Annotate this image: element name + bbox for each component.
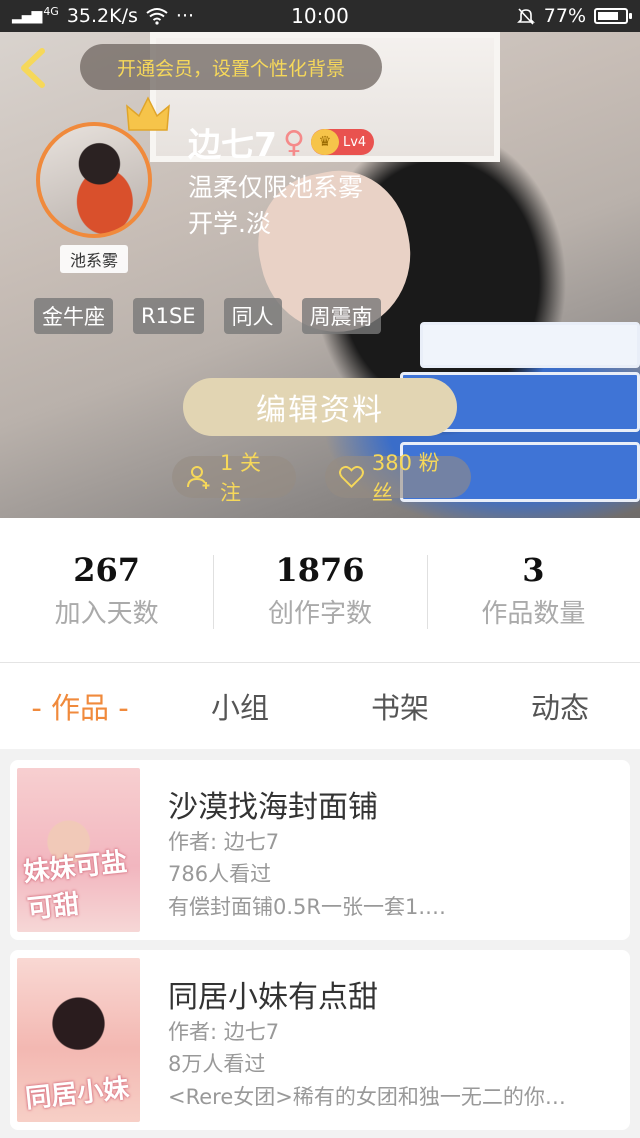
battery-percent: 77% <box>543 5 586 27</box>
wifi-icon <box>146 8 168 25</box>
stat-value: 1876 <box>275 550 365 589</box>
stat-label: 创作字数 <box>267 598 372 629</box>
stat-label: 作品数量 <box>481 598 586 629</box>
profile-header <box>0 32 640 518</box>
status-bar: ▂▄▆ 4G 35.2K/s ··· 10:00 77% <box>0 0 640 32</box>
work-title: 同居小妹有点甜 <box>168 980 378 1015</box>
work-title: 沙漠找海封面铺 <box>168 790 378 825</box>
stat-value: 267 <box>73 550 141 589</box>
followers-button[interactable]: 380 粉丝 <box>325 451 471 505</box>
work-description: 有偿封面铺0.5R一张一套1.… <box>168 895 447 919</box>
work-cover[interactable]: 同居小妹 <box>17 958 140 1122</box>
work-item[interactable]: 妹妹可盐可甜 沙漠找海封面铺 作者: 边七7 786人看过 有偿封面铺0.5R一… <box>10 760 630 940</box>
work-author: 作者: 边七7 <box>168 1020 280 1044</box>
battery-icon <box>594 8 632 24</box>
bio-line: 温柔仅限池系雾 <box>188 173 364 202</box>
stat-works-count: 3 作品数量 <box>426 550 640 630</box>
edit-profile-button[interactable]: 编辑资料 <box>183 378 457 436</box>
tab-activity[interactable]: 动态 <box>480 685 640 727</box>
bio: 温柔仅限池系雾 开学.淡 <box>188 170 363 242</box>
stat-word-count: 1876 创作字数 <box>213 551 426 630</box>
username: 边七7 <box>188 125 277 164</box>
vip-background-banner[interactable]: 开通会员，设置个性化背景 <box>80 44 382 90</box>
tag[interactable]: 金牛座 <box>34 298 113 334</box>
work-views: 8万人看过 <box>168 1052 266 1076</box>
signal-icon: ▂▄▆ <box>12 8 42 24</box>
work-description: <Rere女团>稀有的女团和独一无二的你… <box>168 1085 566 1109</box>
username-row: 边七7 ♀ ♛ Lv4 <box>188 118 375 166</box>
stats-bar: 267 加入天数 1876 创作字数 3 作品数量 <box>0 518 640 663</box>
back-arrow-icon[interactable] <box>14 45 54 91</box>
network-speed: 35.2K/s <box>66 5 138 27</box>
tag[interactable]: 同人 <box>223 298 282 334</box>
network-type: 4G <box>43 4 59 18</box>
cover-text: 同居小妹 <box>23 1073 131 1115</box>
bio-line: 开学.淡 <box>188 209 271 238</box>
tab-bookshelf[interactable]: 书架 <box>320 685 480 727</box>
stat-label: 加入天数 <box>54 598 159 629</box>
profile-tabs: - 作品 - 小组 书架 动态 <box>0 663 640 749</box>
work-views: 786人看过 <box>168 862 272 886</box>
level-badge: ♛ Lv4 <box>310 129 375 155</box>
avatar[interactable] <box>36 122 152 238</box>
followers-count: 380 粉丝 <box>371 451 440 505</box>
tag[interactable]: 周震南 <box>301 298 381 334</box>
work-author: 作者: 边七7 <box>168 830 280 854</box>
battery-fill <box>598 12 618 20</box>
tab-works[interactable]: - 作品 - <box>0 685 160 727</box>
work-cover[interactable]: 妹妹可盐可甜 <box>17 768 140 932</box>
more-notifications-icon: ··· <box>175 5 195 27</box>
level-text: Lv4 <box>342 134 367 150</box>
level-crown-icon: ♛ <box>310 129 339 155</box>
cover-text: 妹妹可盐可甜 <box>22 847 129 925</box>
crown-icon <box>126 96 170 131</box>
tab-groups[interactable]: 小组 <box>160 685 320 727</box>
tag[interactable]: R1SE <box>133 298 204 334</box>
heart-icon <box>339 465 364 488</box>
stat-join-days: 267 加入天数 <box>0 551 213 630</box>
avatar-tag: 池系雾 <box>60 245 128 273</box>
stat-value: 3 <box>522 550 545 589</box>
female-icon: ♀ <box>282 124 305 160</box>
work-item[interactable]: 同居小妹 同居小妹有点甜 作者: 边七7 8万人看过 <Rere女团>稀有的女团… <box>10 950 630 1130</box>
following-count: 1 关注 <box>219 451 262 505</box>
mute-bell-icon <box>516 8 535 25</box>
following-button[interactable]: 1 关注 <box>172 451 296 505</box>
add-user-icon <box>186 466 210 489</box>
tag-list: 金牛座 R1SE 同人 周震南 <box>34 298 381 334</box>
